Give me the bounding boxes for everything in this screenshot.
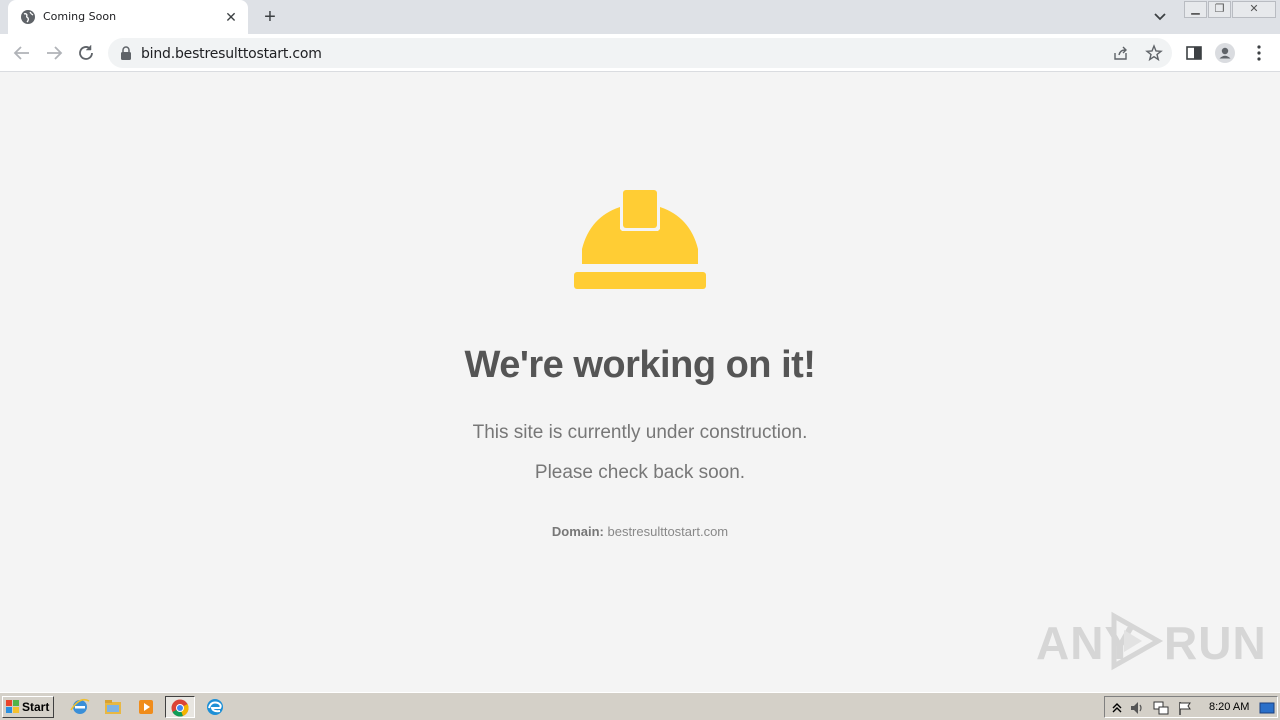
tab-strip: Coming Soon ✕ + ▁ ❐ ✕ bbox=[0, 0, 1280, 34]
start-label: Start bbox=[22, 700, 50, 714]
domain-info: Domain: bestresulttostart.com bbox=[0, 524, 1280, 539]
url-text[interactable]: bind.bestresulttostart.com bbox=[141, 46, 322, 62]
window-close-button[interactable]: ✕ bbox=[1232, 1, 1276, 18]
tab-close-button[interactable]: ✕ bbox=[222, 8, 240, 26]
media-player-icon[interactable] bbox=[134, 696, 158, 718]
check-back-message: Please check back soon. bbox=[534, 462, 746, 483]
tab-coming-soon[interactable]: Coming Soon ✕ bbox=[8, 0, 248, 34]
minimize-button[interactable]: ▁ bbox=[1184, 1, 1207, 18]
chevron-down-icon[interactable] bbox=[1150, 8, 1170, 26]
menu-kebab-icon[interactable] bbox=[1248, 42, 1270, 64]
volume-icon[interactable] bbox=[1129, 700, 1145, 716]
taskbar: Start 8:20 AM bbox=[0, 692, 1280, 720]
action-center-flag-icon[interactable] bbox=[1177, 700, 1193, 716]
edge-icon[interactable] bbox=[203, 696, 227, 718]
anyrun-watermark: ANY RUN bbox=[1036, 608, 1266, 672]
system-tray: 8:20 AM bbox=[1104, 696, 1278, 718]
play-logo-icon bbox=[1111, 611, 1164, 671]
globe-icon bbox=[21, 10, 35, 24]
construction-message: This site is currently under constructio… bbox=[472, 422, 808, 443]
browser-toolbar: bind.bestresulttostart.com bbox=[0, 34, 1280, 72]
bookmark-star-icon[interactable] bbox=[1145, 44, 1163, 62]
lock-icon[interactable] bbox=[120, 46, 132, 60]
new-tab-button[interactable]: + bbox=[258, 6, 282, 28]
taskbar-chrome-button[interactable] bbox=[165, 696, 195, 718]
windows-logo-icon bbox=[6, 700, 19, 713]
start-button[interactable]: Start bbox=[2, 696, 54, 718]
show-desktop-icon[interactable] bbox=[1259, 700, 1275, 716]
watermark-right-text: RUN bbox=[1164, 617, 1267, 669]
file-explorer-icon[interactable] bbox=[101, 696, 125, 718]
reload-icon[interactable] bbox=[75, 42, 97, 64]
domain-value: bestresulttostart.com bbox=[607, 524, 729, 539]
show-hidden-icons-icon[interactable] bbox=[1109, 700, 1125, 716]
forward-arrow-icon[interactable] bbox=[43, 42, 65, 64]
page-content: We're working on it! This site is curren… bbox=[0, 72, 1280, 692]
tab-title: Coming Soon bbox=[43, 10, 117, 23]
taskbar-clock[interactable]: 8:20 AM bbox=[1209, 701, 1249, 713]
address-bar[interactable]: bind.bestresulttostart.com bbox=[108, 38, 1172, 68]
share-icon[interactable] bbox=[1113, 45, 1129, 61]
page-headline: We're working on it! bbox=[464, 344, 816, 386]
network-icon[interactable] bbox=[1153, 700, 1169, 716]
profile-avatar-icon[interactable] bbox=[1214, 42, 1236, 64]
domain-label: Domain: bbox=[551, 524, 604, 539]
restore-button[interactable]: ❐ bbox=[1208, 1, 1231, 18]
hard-hat-icon bbox=[574, 190, 706, 289]
back-arrow-icon[interactable] bbox=[11, 42, 33, 64]
chrome-icon bbox=[171, 699, 189, 717]
internet-explorer-icon[interactable] bbox=[68, 696, 92, 718]
side-panel-icon[interactable] bbox=[1183, 42, 1205, 64]
